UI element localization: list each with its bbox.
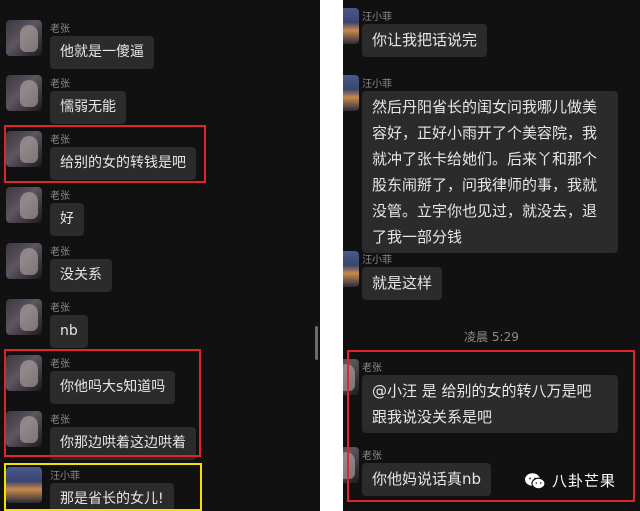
yellow-highlight-box: [4, 463, 202, 511]
sender-name: 老张: [50, 303, 70, 314]
message-bubble[interactable]: 就是这样: [362, 267, 443, 300]
avatar[interactable]: [343, 251, 359, 287]
wechat-icon: [524, 472, 546, 490]
avatar[interactable]: [6, 20, 42, 56]
sender-name: 老张: [50, 24, 70, 35]
avatar[interactable]: [6, 187, 42, 223]
message-bubble[interactable]: nb: [50, 315, 88, 348]
sender-name: 汪小菲: [362, 79, 392, 90]
message-bubble[interactable]: 然后丹阳省长的闺女问我哪儿做美容好，正好小雨开了个美容院，我就冲了张卡给她们。后…: [362, 91, 618, 253]
sender-name: 汪小菲: [362, 255, 392, 266]
avatar[interactable]: [343, 75, 359, 111]
watermark-text: 八卦芒果: [552, 472, 617, 490]
scrollbar[interactable]: [315, 326, 318, 360]
message-bubble[interactable]: 好: [50, 203, 84, 236]
red-highlight-box: [4, 349, 201, 457]
sender-name: 老张: [50, 79, 70, 90]
message-bubble[interactable]: 没关系: [50, 259, 112, 292]
left-chat-panel: 老张 他就是一傻逼 老张 懦弱无能 老张 给别的女的转钱是吧 老张 好 老张 没…: [0, 0, 320, 511]
timestamp: 凌晨 5:29: [464, 330, 519, 344]
sender-name: 老张: [50, 247, 70, 258]
avatar[interactable]: [6, 299, 42, 335]
sender-name: 汪小菲: [362, 12, 392, 23]
sender-name: 老张: [50, 191, 70, 202]
wechat-watermark: 八卦芒果: [524, 470, 616, 491]
message-bubble[interactable]: 懦弱无能: [50, 91, 126, 124]
right-chat-panel: 汪小菲 你让我把话说完 汪小菲 然后丹阳省长的闺女问我哪儿做美容好，正好小雨开了…: [343, 0, 640, 511]
message-bubble[interactable]: 你让我把话说完: [362, 24, 488, 57]
message-bubble[interactable]: 他就是一傻逼: [50, 36, 154, 69]
avatar[interactable]: [6, 243, 42, 279]
red-highlight-box: [4, 125, 206, 183]
avatar[interactable]: [6, 75, 42, 111]
avatar[interactable]: [343, 8, 359, 44]
